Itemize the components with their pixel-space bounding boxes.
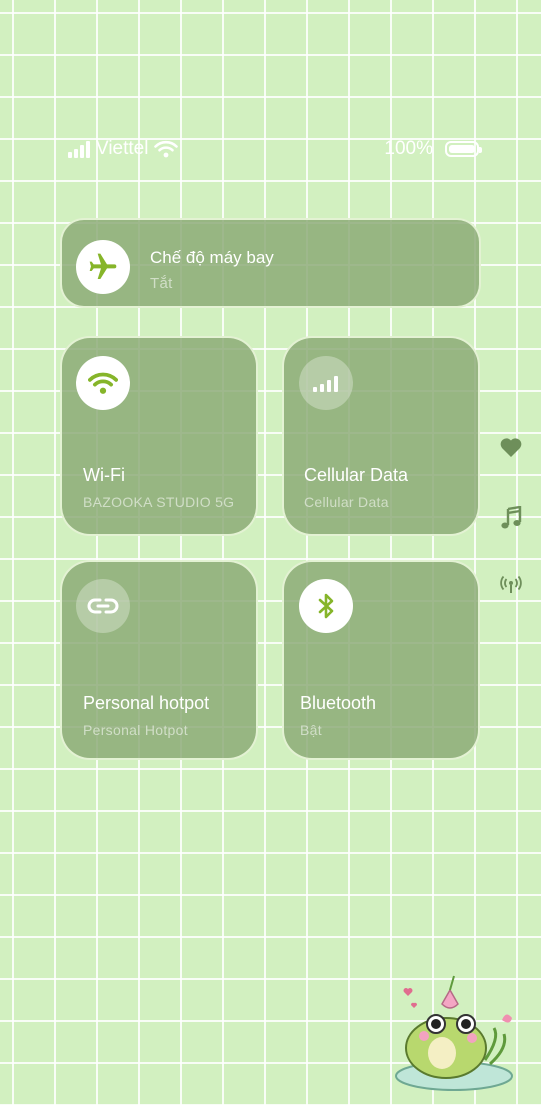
bluetooth-icon bbox=[299, 579, 353, 633]
airplane-mode-status: Tắt bbox=[150, 275, 173, 292]
wifi-label: Wi-Fi bbox=[83, 465, 125, 485]
personal-hotspot-label: Personal hotpot bbox=[83, 693, 210, 713]
bluetooth-label: Bluetooth bbox=[300, 693, 377, 713]
bluetooth-status: Bật bbox=[300, 722, 322, 738]
cellular-signal-icon bbox=[299, 356, 353, 410]
music-note-icon[interactable] bbox=[498, 505, 524, 531]
frog-sticker-icon bbox=[395, 975, 513, 1091]
personal-hotspot-status: Personal Hotpot bbox=[83, 722, 188, 738]
wifi-network-name: BAZOOKA STUDIO 5G bbox=[83, 494, 235, 510]
signal-strength-icon bbox=[68, 140, 90, 158]
battery-level-fill bbox=[449, 145, 475, 153]
wifi-status-icon bbox=[154, 140, 179, 158]
airplane-mode-label: Chế độ máy bay bbox=[150, 248, 274, 267]
cellular-data-status: Cellular Data bbox=[304, 494, 389, 510]
status-left: Viettel bbox=[68, 138, 179, 160]
cellular-data-label: Cellular Data bbox=[304, 465, 409, 485]
status-right: 100% bbox=[384, 138, 482, 160]
battery-percent: 100% bbox=[384, 138, 433, 159]
personal-hotspot-toggle[interactable]: Personal hotpot Personal Hotpot bbox=[60, 560, 258, 760]
carrier-name: Viettel bbox=[96, 138, 149, 159]
wifi-toggle[interactable]: Wi-Fi BAZOOKA STUDIO 5G bbox=[60, 336, 258, 536]
status-bar: Viettel 100% bbox=[0, 138, 541, 164]
broadcast-icon[interactable] bbox=[498, 572, 524, 598]
wifi-icon bbox=[76, 356, 130, 410]
bluetooth-toggle[interactable]: Bluetooth Bật bbox=[282, 560, 480, 760]
cellular-data-toggle[interactable]: Cellular Data Cellular Data bbox=[282, 336, 480, 536]
battery-icon bbox=[445, 141, 482, 157]
airplane-mode-toggle[interactable]: Chế độ máy bay Tắt bbox=[60, 218, 481, 308]
airplane-icon bbox=[76, 240, 130, 294]
heart-icon[interactable] bbox=[498, 434, 524, 460]
link-icon bbox=[76, 579, 130, 633]
